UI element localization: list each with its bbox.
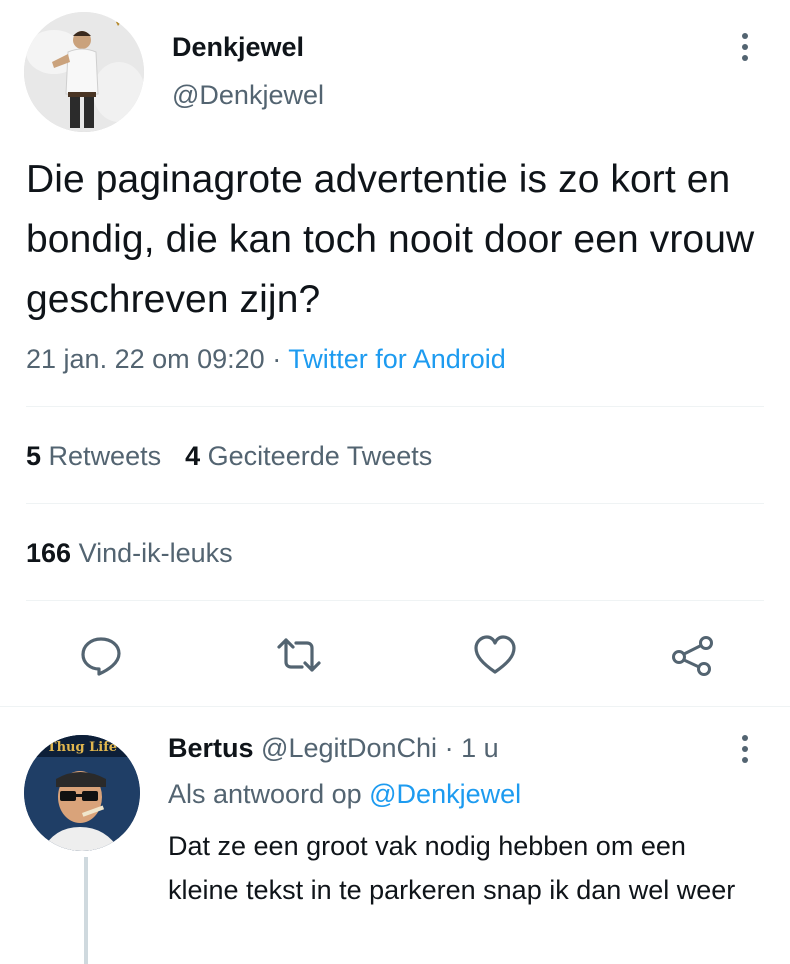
more-vertical-icon[interactable] bbox=[730, 732, 760, 766]
tweet-meta: 21 jan. 22 om 09:20 · Twitter for Androi… bbox=[26, 341, 506, 377]
retweets-label: Retweets bbox=[48, 441, 162, 471]
retweets-count: 5 bbox=[26, 441, 42, 471]
tweet-source[interactable]: Twitter for Android bbox=[288, 344, 506, 374]
share-icon bbox=[672, 636, 713, 676]
tweet-text: Die paginagrote advertentie is zo kort e… bbox=[26, 158, 755, 321]
author-avatar[interactable] bbox=[24, 12, 144, 132]
meta-separator: · bbox=[264, 344, 289, 374]
like-icon bbox=[474, 635, 516, 674]
reply-button[interactable] bbox=[78, 632, 124, 678]
reply-avatar-image: Thug Life bbox=[24, 735, 140, 851]
likes-count: 166 bbox=[26, 538, 72, 568]
reply-icon bbox=[81, 637, 121, 676]
tweet-timestamp[interactable]: 21 jan. 22 om 09:20 bbox=[26, 344, 265, 374]
replying-to-prefix: Als antwoord op bbox=[168, 779, 362, 809]
like-button[interactable] bbox=[472, 632, 518, 678]
likes-link[interactable]: 166 Vind-ik-leuks bbox=[26, 535, 233, 571]
likes-label: Vind-ik-leuks bbox=[78, 538, 233, 568]
quotes-count: 4 bbox=[185, 441, 201, 471]
reply-author-name[interactable]: Bertus bbox=[168, 733, 254, 763]
share-button[interactable] bbox=[670, 632, 716, 678]
quotes-label: Geciteerde Tweets bbox=[207, 441, 433, 471]
replying-to: Als antwoord op @Denkjewel bbox=[168, 776, 521, 812]
retweets-link[interactable]: 5 Retweets bbox=[26, 441, 161, 471]
quotes-link[interactable]: 4 Geciteerde Tweets bbox=[185, 441, 432, 471]
author-display-name[interactable]: Denkjewel bbox=[172, 30, 304, 64]
divider bbox=[26, 406, 764, 407]
reply-author-handle[interactable]: @LegitDonChi bbox=[261, 733, 437, 763]
reply-separator: · bbox=[437, 733, 462, 763]
reply-author-avatar[interactable]: Thug Life bbox=[24, 735, 140, 851]
more-vertical-icon[interactable] bbox=[730, 30, 760, 64]
retweet-stats: 5 Retweets 4 Geciteerde Tweets bbox=[26, 438, 432, 474]
retweet-icon bbox=[277, 638, 321, 672]
divider bbox=[26, 503, 764, 504]
reply-time[interactable]: 1 u bbox=[461, 733, 499, 763]
author-handle[interactable]: @Denkjewel bbox=[172, 78, 324, 112]
avatar-caption: Thug Life bbox=[47, 740, 117, 755]
replying-to-mention[interactable]: @Denkjewel bbox=[369, 779, 521, 809]
retweet-button[interactable] bbox=[276, 632, 322, 678]
reply-header: Bertus @LegitDonChi · 1 u bbox=[168, 730, 499, 766]
divider bbox=[26, 600, 764, 601]
reply-text: Dat ze een groot vak nodig hebben om een… bbox=[168, 831, 736, 905]
author-avatar-image bbox=[24, 12, 144, 132]
divider bbox=[0, 706, 790, 707]
thread-connector bbox=[84, 857, 88, 964]
